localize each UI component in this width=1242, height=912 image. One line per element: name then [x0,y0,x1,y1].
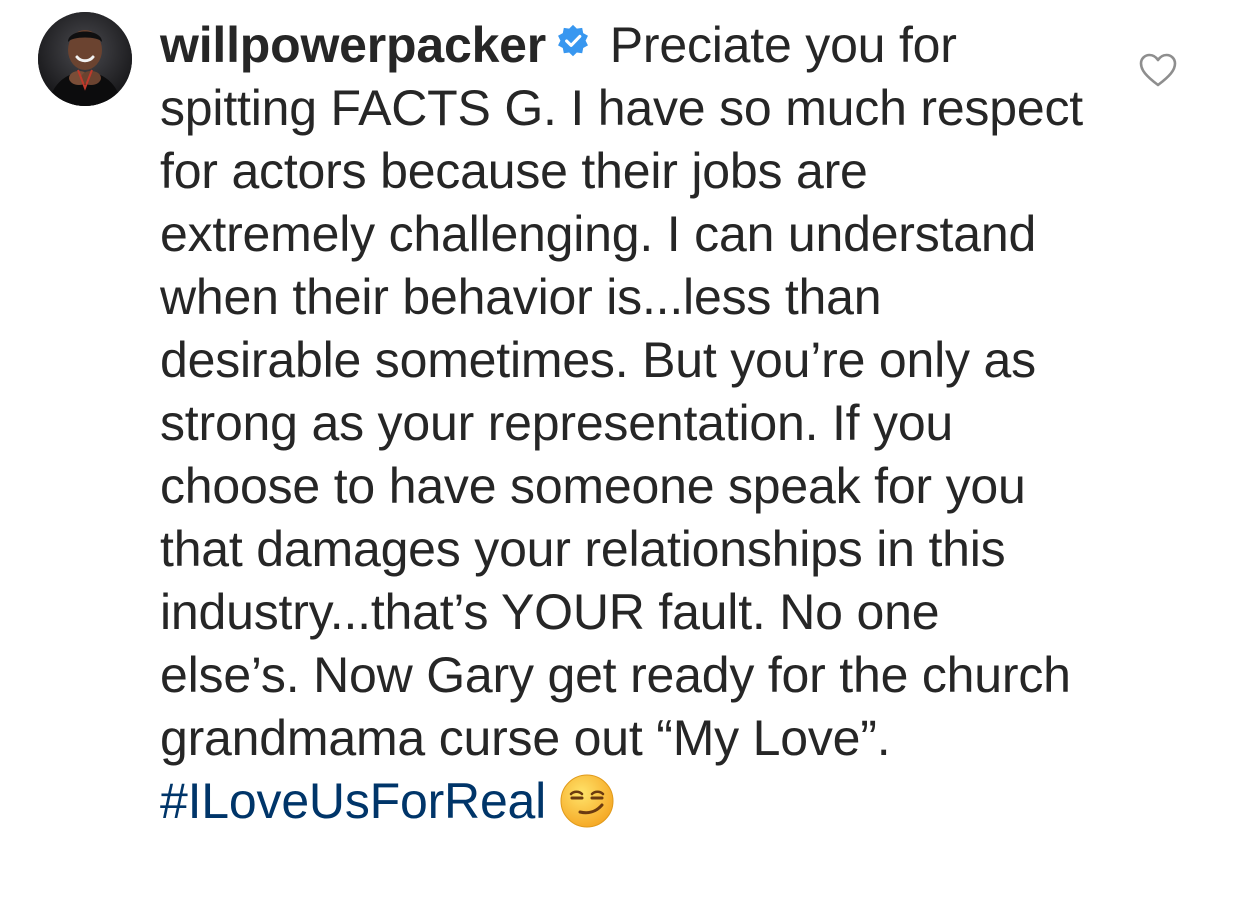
hashtag-link[interactable]: #ILoveUsForReal [160,773,546,829]
comment-text: Preciate you for spitting FACTS G. I hav… [160,17,1083,766]
heart-outline-icon[interactable] [1138,52,1178,88]
avatar[interactable] [38,12,132,106]
avatar-image [38,12,132,106]
smirking-face-emoji-icon [558,772,616,830]
verified-badge-icon [556,24,590,58]
comment-username[interactable]: willpowerpacker [160,17,546,73]
comment-body: willpowerpacker Preciate you for spittin… [160,14,1090,833]
comment: willpowerpacker Preciate you for spittin… [0,0,1242,912]
